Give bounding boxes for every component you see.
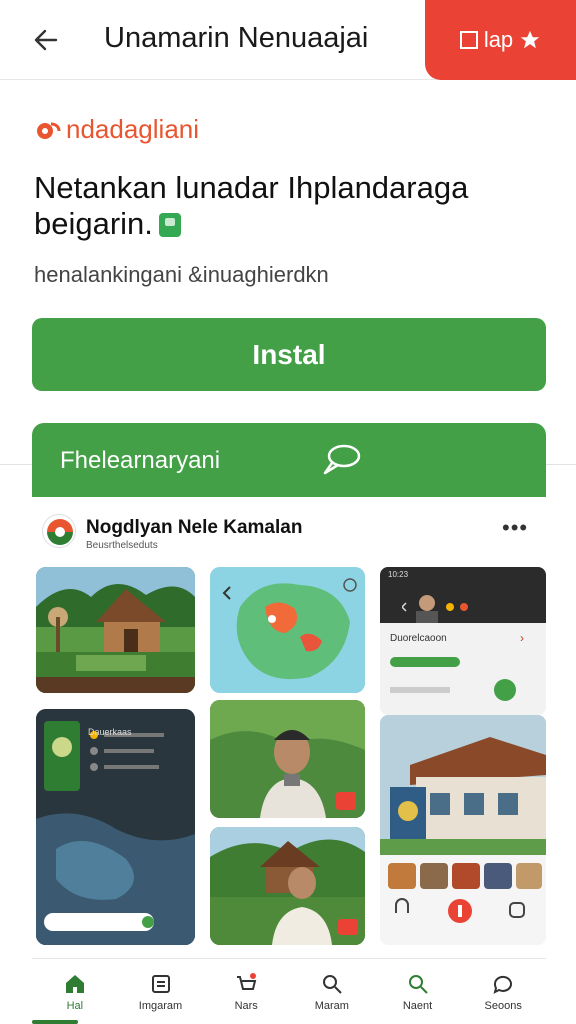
preview-card: Nogdlyan Nele Kamalan Beusrthelseduts ••…: [32, 497, 546, 1024]
search-icon: [408, 974, 428, 994]
card-subtitle: Beusrthelseduts: [86, 540, 158, 551]
brand-name: ndadagliani: [66, 114, 200, 144]
nav-item-seoons[interactable]: Seoons: [460, 959, 546, 1024]
nav-item-nars[interactable]: Nars: [203, 959, 289, 1024]
dark-panel-title: Dauerkaas: [88, 727, 132, 737]
island-map-image: [210, 567, 365, 693]
phone-list-line: [390, 687, 450, 693]
nav-label: Maram: [314, 999, 349, 1012]
dark-map-image: [36, 709, 195, 945]
back-button[interactable]: [26, 20, 66, 60]
phone-fab-icon[interactable]: [494, 679, 516, 701]
star-icon: [521, 30, 540, 49]
chevron-right-icon: ›: [520, 631, 524, 645]
card-logo-icon: [42, 514, 76, 548]
card-title: Nogdlyan Nele Kamalan: [86, 517, 303, 538]
app-badge-icon: [158, 213, 181, 237]
brand-logo-icon: [37, 122, 61, 139]
garden-house-image: [36, 567, 195, 693]
nav-item-maram[interactable]: Maram: [289, 959, 375, 1024]
search-icon: [322, 974, 342, 994]
nav-item-home[interactable]: Hal: [32, 959, 118, 1024]
square-icon: [459, 31, 478, 49]
nav-item-imgaram[interactable]: Imgaram: [118, 959, 204, 1024]
bottom-navigation: Hal Imgaram Nars Maram Naent Seoons: [32, 958, 546, 1024]
screenshot-phone-profile[interactable]: 10:23 Duorelcaoon ›: [380, 567, 546, 715]
install-button[interactable]: Instal: [32, 318, 546, 391]
nav-item-naent[interactable]: Naent: [375, 959, 461, 1024]
screenshot-building-app[interactable]: [380, 715, 546, 945]
screenshot-house-portrait[interactable]: [210, 827, 365, 945]
arrow-left-icon: [34, 29, 58, 51]
nav-label: Imgaram: [138, 999, 183, 1012]
chat-icon: [493, 975, 513, 994]
headline-text: Netankan lunadar Ihplandaraga beigarin.: [34, 170, 469, 241]
header-action-button[interactable]: lap: [425, 0, 576, 80]
nav-label: Seoons: [484, 999, 522, 1012]
list-icon: [151, 974, 170, 993]
screenshot-portrait[interactable]: [210, 700, 365, 818]
building-app-image: [380, 715, 546, 923]
app-headline: Netankan lunadar Ihplandaraga beigarin.: [34, 170, 554, 242]
active-nav-indicator: [32, 1020, 78, 1024]
screenshot-house-garden[interactable]: [36, 567, 195, 693]
screenshot-dark-map[interactable]: Dauerkaas: [36, 709, 195, 945]
promo-label: Fhelearnaryani: [60, 447, 221, 474]
top-app-bar: Unamarin Nenuaajai lap: [0, 0, 576, 80]
more-options-icon[interactable]: •••: [502, 515, 528, 541]
header-action-label: lap: [483, 27, 514, 52]
nav-label: Hal: [66, 999, 84, 1012]
nav-label: Nars: [234, 999, 258, 1012]
nav-label: Naent: [402, 999, 433, 1012]
home-icon: [65, 974, 84, 993]
person-house-image: [210, 827, 365, 945]
phone-list-title: Duorelcaoon: [390, 633, 447, 644]
phone-progress-bar: [390, 657, 460, 667]
status-dot-icon: [446, 603, 454, 611]
status-dot-icon: [460, 603, 468, 611]
cart-icon: [237, 972, 257, 990]
screenshot-map[interactable]: [210, 567, 365, 693]
page-title: Unamarin Nenuaajai: [104, 22, 369, 54]
app-brand: ndadagliani: [34, 114, 199, 145]
person-portrait-image: [210, 700, 365, 818]
phone-status-time: 10:23: [388, 570, 409, 579]
chat-bubble-icon[interactable]: [322, 443, 364, 477]
app-subtitle: henalankingani &inuaghierdkn: [34, 262, 329, 287]
phone-header: 10:23: [380, 567, 546, 623]
